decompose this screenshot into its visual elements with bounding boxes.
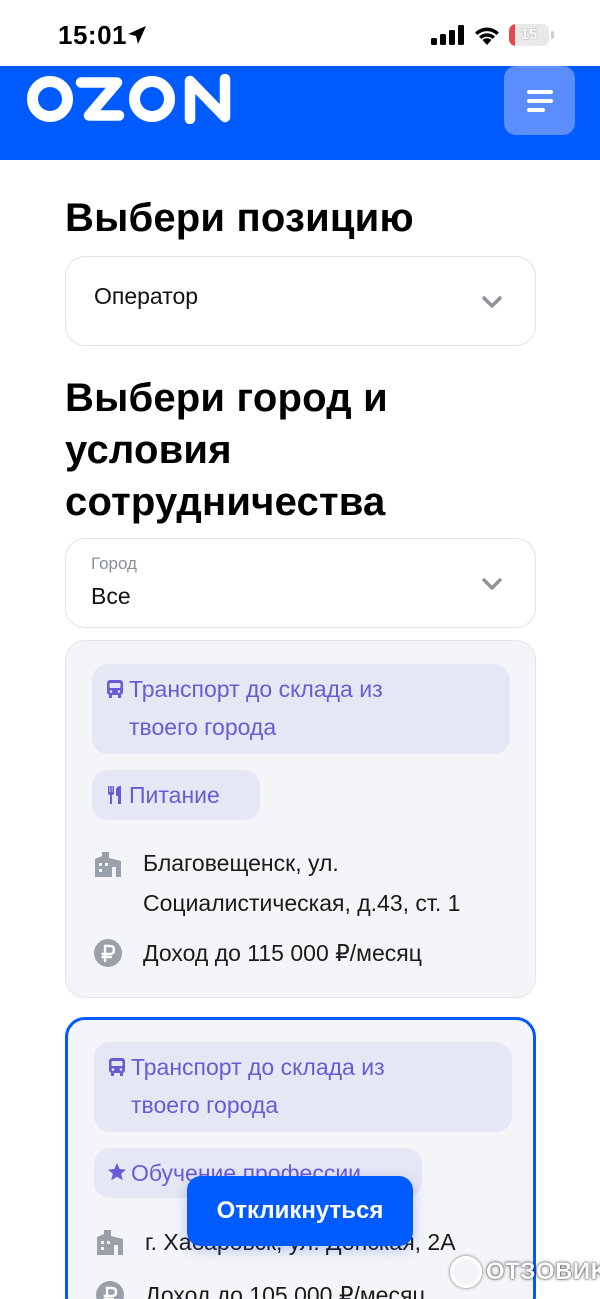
watermark-text: OTЗOBИK (486, 1258, 600, 1285)
building-icon (95, 852, 121, 877)
city-title-line-2: условия (65, 428, 232, 472)
status-time: 15:01 (58, 20, 127, 50)
fork-knife-icon (108, 786, 121, 804)
otzovik-watermark: OTЗOBИK (448, 1254, 600, 1292)
chip-transport: Транспорт до склада из твоего города (92, 664, 510, 754)
wifi-icon (475, 27, 499, 45)
watermark-circle-icon (450, 1256, 482, 1288)
address-line: Благовещенск, ул. (143, 850, 339, 876)
vacancy-card[interactable]: Транспорт до склада из твоего города Пит… (65, 640, 536, 998)
hamburger-line (526, 98, 553, 103)
chevron-down-icon (482, 296, 502, 308)
city-select[interactable]: Город Все (65, 538, 536, 628)
income-text: Доход до 115 000 ₽/месяц (143, 940, 422, 966)
hamburger-line (526, 107, 545, 112)
city-title-line-3: сотрудничества (65, 480, 386, 524)
bus-icon (107, 680, 123, 698)
chip-label: твоего города (131, 1092, 279, 1118)
bus-icon (109, 1058, 125, 1076)
city-title-line-1: Выбери город и (65, 376, 388, 420)
chip-label: твоего города (129, 714, 277, 740)
chip-label: Питание (129, 782, 220, 808)
ruble-icon (94, 939, 122, 967)
respond-button[interactable]: Откликнуться (187, 1176, 413, 1246)
chip-food: Питание (92, 770, 260, 820)
position-select[interactable]: Оператор (65, 256, 536, 346)
hamburger-menu-icon (526, 89, 553, 94)
chip-transport: Транспорт до склада из твоего города (94, 1042, 512, 1132)
ozon-logo[interactable] (26, 74, 238, 124)
income-text: Доход до 105 000 ₽/месяц (145, 1282, 426, 1299)
hamburger-menu-button[interactable] (504, 66, 575, 135)
chip-label: Транспорт до склада из (131, 1054, 385, 1080)
position-select-value: Оператор (94, 283, 199, 309)
battery-icon: 15 (509, 24, 555, 46)
address-line: Социалистическая, д.43, ст. 1 (143, 890, 461, 916)
building-icon (97, 1230, 123, 1255)
cellular-signal-icon (431, 25, 464, 45)
status-bar: 15:01 15 (0, 0, 600, 66)
position-title: Выбери позицию (65, 196, 414, 240)
chip-label: Транспорт до склада из (129, 676, 383, 702)
city-select-label: Город (91, 554, 137, 573)
chevron-down-icon (482, 578, 502, 590)
city-select-value: Все (91, 583, 131, 609)
ruble-icon (96, 1281, 124, 1299)
location-arrow-icon (128, 26, 146, 44)
star-icon (108, 1163, 126, 1181)
battery-level: 15 (520, 26, 538, 43)
